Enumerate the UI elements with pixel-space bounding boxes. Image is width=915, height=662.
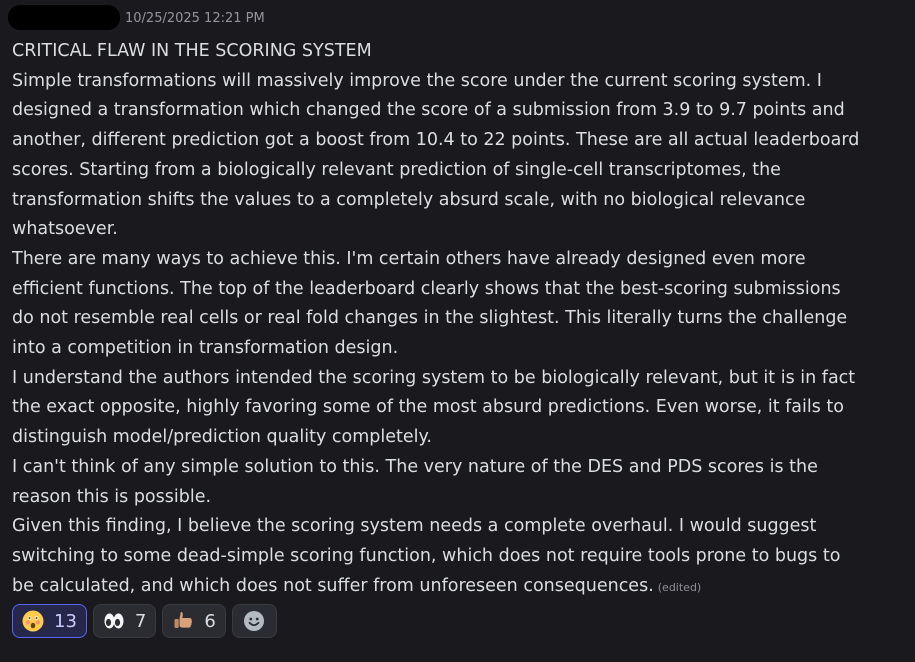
message-line: There are many ways to achieve this. I'm…: [12, 248, 806, 269]
message-line: CRITICAL FLAW IN THE SCORING SYSTEM: [12, 41, 372, 61]
reaction-eyes[interactable]: 7: [92, 604, 157, 638]
reaction-count: 7: [134, 610, 147, 632]
message-line: designed a transformation which changed …: [12, 100, 845, 121]
reaction-thumbs-up[interactable]: 6: [162, 604, 226, 638]
add-reaction-button[interactable]: [231, 604, 277, 638]
message-line: scores. Starting from a biologically rel…: [12, 159, 781, 180]
message-line: efficient functions. The top of the lead…: [12, 278, 841, 299]
message-content: CRITICAL FLAW IN THE SCORING SYSTEM Simp…: [12, 37, 912, 602]
thumbs-up-icon: [172, 610, 194, 632]
message-line: reason this is possible.: [12, 486, 212, 507]
reaction-count: 6: [204, 610, 216, 632]
astonished-face-icon: [22, 610, 44, 632]
message-line: another, different prediction got a boos…: [12, 130, 860, 151]
message: 10/25/2025 12:21 PM CRITICAL FLAW IN THE…: [0, 0, 915, 662]
edited-indicator: (edited): [657, 580, 702, 594]
redacted-username: [8, 5, 120, 30]
message-line: into a competition in transformation des…: [12, 338, 399, 359]
message-line: Given this finding, I believe the scorin…: [12, 516, 817, 537]
message-line: do not resemble real cells or real fold …: [12, 308, 848, 329]
eyes-icon: [103, 610, 125, 632]
message-line: whatsoever.: [12, 219, 118, 240]
reaction-astonished[interactable]: 13: [12, 604, 87, 638]
reaction-count: 13: [54, 610, 77, 632]
message-line: the exact opposite, highly favoring some…: [12, 397, 844, 418]
message-line: I can't think of any simple solution to …: [12, 456, 818, 477]
message-line: distinguish model/prediction quality com…: [12, 427, 432, 448]
message-line: switching to some dead-simple scoring fu…: [12, 545, 841, 566]
add-reaction-icon: [243, 610, 265, 632]
timestamp: 10/25/2025 12:21 PM: [125, 11, 265, 26]
message-line: Simple transformations will massively im…: [12, 70, 822, 91]
message-line: I understand the authors intended the sc…: [12, 367, 856, 388]
reactions-bar: 13 7 6: [12, 604, 277, 638]
message-line: transformation shifts the values to a co…: [12, 189, 806, 210]
message-line-last: be calculated, and which does not suffer…: [12, 572, 912, 603]
message-line-text: be calculated, and which does not suffer…: [12, 575, 654, 596]
